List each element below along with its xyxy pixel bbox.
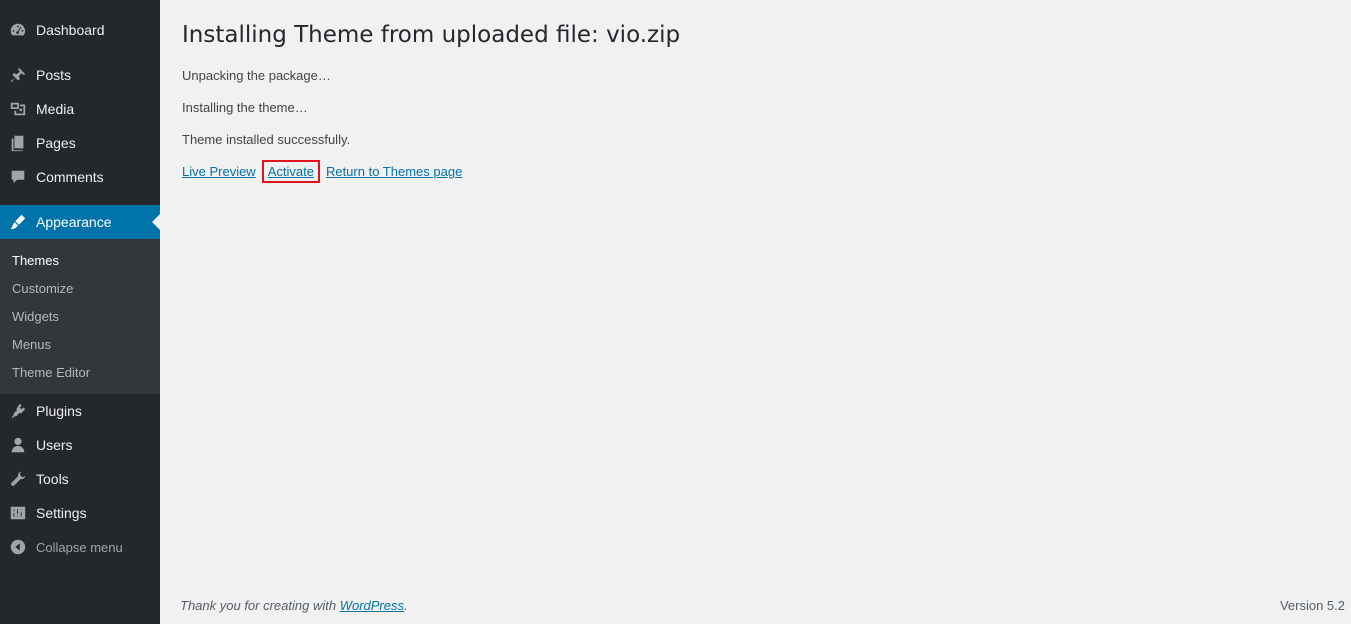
submenu-customize[interactable]: Customize	[12, 281, 73, 296]
appearance-submenu: Themes Customize Widgets Menus Theme Edi…	[0, 239, 160, 394]
menu-media-label: Media	[36, 101, 75, 117]
menu-tools[interactable]: Tools	[0, 462, 160, 496]
status-message-installing: Installing the theme…	[182, 100, 308, 115]
activate-link[interactable]: Activate	[268, 164, 314, 179]
page-title: Installing Theme from uploaded file: vio…	[182, 22, 681, 48]
collapse-arrow-icon	[8, 537, 28, 557]
wrench-icon	[8, 469, 28, 489]
submenu-widgets[interactable]: Widgets	[12, 309, 59, 324]
live-preview-link[interactable]: Live Preview	[182, 164, 256, 179]
submenu-themes[interactable]: Themes	[12, 253, 59, 268]
submenu-theme-editor[interactable]: Theme Editor	[12, 365, 90, 380]
menu-pages[interactable]: Pages	[0, 126, 160, 160]
menu-tools-label: Tools	[36, 471, 69, 487]
pages-icon	[8, 133, 28, 153]
footer-version: Version 5.2	[1279, 598, 1345, 613]
collapse-menu-button[interactable]: Collapse menu	[0, 530, 160, 564]
menu-pages-label: Pages	[36, 135, 76, 151]
media-icon	[8, 99, 28, 119]
status-message-unpacking: Unpacking the package…	[182, 68, 331, 83]
comment-icon	[8, 167, 28, 187]
menu-comments[interactable]: Comments	[0, 160, 160, 194]
user-icon	[8, 435, 28, 455]
activate-highlight-box: Activate	[261, 160, 320, 183]
menu-users[interactable]: Users	[0, 428, 160, 462]
plug-icon	[8, 401, 28, 421]
menu-plugins[interactable]: Plugins	[0, 394, 160, 428]
menu-settings-label: Settings	[36, 505, 87, 521]
menu-appearance[interactable]: Appearance	[0, 205, 160, 239]
sliders-icon	[8, 503, 28, 523]
theme-actions: Live Preview Activate Return to Themes pag…	[182, 160, 462, 183]
return-to-themes-link[interactable]: Return to Themes page	[326, 164, 462, 179]
menu-plugins-label: Plugins	[36, 403, 82, 419]
menu-dashboard[interactable]: Dashboard	[0, 13, 160, 47]
status-message-success: Theme installed successfully.	[182, 132, 351, 147]
menu-posts-label: Posts	[36, 67, 72, 83]
collapse-menu-label: Collapse menu	[36, 539, 123, 555]
menu-users-label: Users	[36, 437, 73, 453]
wordpress-link[interactable]: WordPress	[340, 598, 404, 613]
footer-thanks: Thank you for creating with WordPress.	[180, 598, 408, 613]
menu-dashboard-label: Dashboard	[36, 22, 105, 38]
menu-comments-label: Comments	[36, 169, 104, 185]
menu-appearance-label: Appearance	[36, 214, 112, 230]
footer-thanks-prefix: Thank you for creating with	[180, 598, 340, 613]
footer-thanks-suffix: .	[404, 598, 408, 613]
submenu-menus[interactable]: Menus	[12, 337, 51, 352]
menu-posts[interactable]: Posts	[0, 58, 160, 92]
menu-media[interactable]: Media	[0, 92, 160, 126]
admin-sidebar: Dashboard Posts Media Pages Comments App…	[0, 0, 160, 624]
pin-icon	[8, 65, 28, 85]
brush-icon	[8, 212, 28, 232]
dashboard-icon	[8, 20, 28, 40]
menu-settings[interactable]: Settings	[0, 496, 160, 530]
